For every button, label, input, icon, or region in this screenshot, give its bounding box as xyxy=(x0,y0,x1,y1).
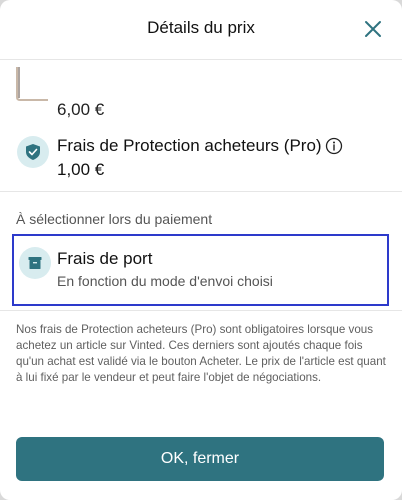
close-icon xyxy=(365,21,381,37)
shipping-subtitle: En fonction du mode d'envoi choisi xyxy=(57,273,273,289)
section-divider xyxy=(0,191,402,192)
package-icon-badge xyxy=(19,247,51,279)
info-icon xyxy=(325,137,343,155)
checkout-section-label: À sélectionner lors du paiement xyxy=(16,211,213,227)
buyer-protection-price: 1,00 € xyxy=(57,160,105,179)
fees-notice: Nos frais de Protection acheteurs (Pro) … xyxy=(16,323,386,384)
ok-close-button[interactable]: OK, fermer xyxy=(16,437,384,481)
price-details-modal: Détails du prix 6,00 € Frais de Protecti… xyxy=(0,0,402,500)
close-button[interactable] xyxy=(362,18,384,40)
item-price: 6,00 € xyxy=(57,100,105,119)
notice-divider xyxy=(0,310,402,311)
shield-icon xyxy=(26,144,40,160)
shipping-fee-row[interactable]: Frais de port En fonction du mode d'envo… xyxy=(12,234,389,306)
modal-title: Détails du prix xyxy=(147,18,255,37)
buyer-protection-title: Frais de Protection acheteurs (Pro) xyxy=(57,136,322,155)
shield-icon-badge xyxy=(17,136,49,168)
shipping-title: Frais de port xyxy=(57,249,153,268)
info-button[interactable] xyxy=(325,137,343,155)
item-thumbnail xyxy=(16,67,48,101)
modal-header: Détails du prix xyxy=(0,0,402,60)
package-icon xyxy=(28,257,42,269)
